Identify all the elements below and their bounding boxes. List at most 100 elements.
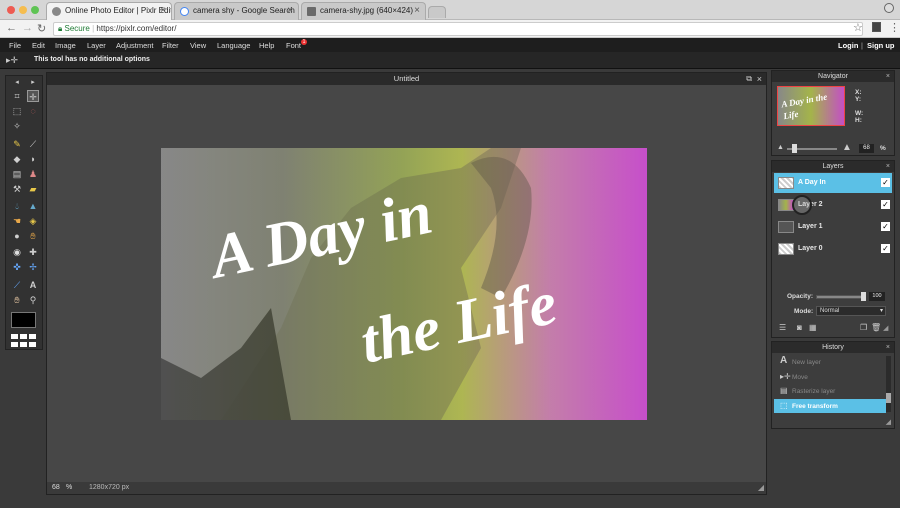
collapse-left-icon[interactable]: ◂ bbox=[11, 77, 23, 89]
new-tab-button[interactable] bbox=[428, 6, 446, 18]
foreground-color-swatch[interactable] bbox=[11, 312, 36, 328]
blur-tool-icon[interactable]: 💧︎ bbox=[11, 200, 23, 212]
menu-edit[interactable]: Edit bbox=[32, 41, 45, 50]
crop-tool-icon[interactable]: ⌗ bbox=[11, 90, 23, 102]
menu-filter[interactable]: Filter bbox=[162, 41, 179, 50]
color-picker-icon[interactable]: ⟋ bbox=[11, 279, 23, 291]
zoom-slider-handle[interactable] bbox=[792, 144, 797, 153]
login-link[interactable]: Login bbox=[838, 41, 858, 50]
history-item-selected[interactable]: ⬚ Free transform bbox=[774, 399, 886, 413]
history-title: History bbox=[822, 344, 844, 351]
sharpen-tool-icon[interactable]: ▲ bbox=[27, 200, 39, 212]
sponge-tool-icon[interactable]: ◈ bbox=[27, 215, 39, 227]
menu-layer[interactable]: Layer bbox=[87, 41, 106, 50]
dodge-tool-icon[interactable]: ● bbox=[11, 230, 23, 242]
navigator-thumbnail[interactable]: A Day in the Life bbox=[777, 86, 845, 126]
zoom-value[interactable]: 68 bbox=[52, 484, 60, 491]
layer-visibility-checkbox[interactable]: ✓ bbox=[881, 244, 890, 253]
panel-resize-icon[interactable]: ◢ bbox=[883, 324, 888, 332]
move-tool-icon[interactable]: ✛ bbox=[27, 90, 39, 102]
close-document-icon[interactable]: × bbox=[757, 73, 762, 85]
back-arrow-icon[interactable]: ← bbox=[6, 22, 17, 34]
menu-language[interactable]: Language bbox=[217, 41, 250, 50]
tab-camera-shy-image[interactable]: camera-shy.jpg (640×424) × bbox=[301, 2, 426, 20]
image-canvas[interactable]: A Day in the Life bbox=[161, 148, 647, 420]
opacity-slider[interactable] bbox=[816, 295, 866, 299]
menu-view[interactable]: View bbox=[190, 41, 206, 50]
color-replace-icon[interactable]: ⚒ bbox=[11, 183, 23, 195]
bookmark-star-icon[interactable]: ☆ bbox=[853, 21, 863, 34]
spot-heal-tool-icon[interactable]: ✚ bbox=[27, 246, 39, 258]
history-item[interactable]: ▤ Rasterize layer bbox=[774, 384, 886, 398]
history-scrollbar[interactable] bbox=[886, 356, 891, 412]
browser-menu-icon[interactable]: ⋮ bbox=[889, 21, 900, 34]
stamp-tool-icon[interactable]: ♟ bbox=[27, 168, 39, 180]
menu-file[interactable]: File bbox=[9, 41, 21, 50]
zoom-tool-icon[interactable]: ⚲ bbox=[27, 294, 39, 306]
lasso-tool-icon[interactable]: ◌ bbox=[27, 105, 39, 117]
layer-settings-icon[interactable]: ☰ bbox=[779, 323, 786, 332]
history-scrollbar-thumb[interactable] bbox=[886, 393, 891, 403]
layer-visibility-checkbox[interactable]: ✓ bbox=[881, 178, 890, 187]
gradient-tool-icon[interactable]: ▤ bbox=[11, 168, 23, 180]
pencil-tool-icon[interactable]: ✎ bbox=[11, 138, 23, 150]
restore-window-icon[interactable]: ⧉ bbox=[746, 73, 752, 85]
layer-visibility-checkbox[interactable]: ✓ bbox=[881, 222, 890, 231]
bucket-tool-icon[interactable]: ◗ bbox=[27, 153, 39, 165]
blend-mode-select[interactable]: Normal ▾ bbox=[816, 306, 886, 316]
brush-tool-icon[interactable]: ⟋ bbox=[27, 138, 39, 150]
hand-tool-icon[interactable]: ✋︎ bbox=[11, 294, 23, 306]
layer-row-layer-1[interactable]: Layer 1 ✓ bbox=[774, 217, 892, 237]
tab-google-search[interactable]: camera shy - Google Search × bbox=[174, 2, 299, 20]
menu-help[interactable]: Help bbox=[259, 41, 274, 50]
profile-icon[interactable] bbox=[884, 3, 894, 13]
pinch-tool-icon[interactable]: ✢ bbox=[27, 261, 39, 273]
close-tab-icon[interactable]: × bbox=[414, 5, 420, 16]
grid-view-icon[interactable] bbox=[11, 334, 37, 348]
resize-grip-icon[interactable]: ◢ bbox=[758, 483, 764, 492]
navigator-panel: Navigator × A Day in the Life X: Y: W: H… bbox=[771, 70, 895, 156]
eraser-tool-icon[interactable]: ◆ bbox=[11, 153, 23, 165]
marquee-tool-icon[interactable]: ⬚ bbox=[11, 105, 23, 117]
close-panel-icon[interactable]: × bbox=[886, 342, 890, 353]
menu-font[interactable]: Font bbox=[286, 41, 301, 50]
layer-row-a-day-in[interactable]: A Day In ✓ bbox=[774, 173, 892, 193]
drawing-tool-icon[interactable]: ▰ bbox=[27, 183, 39, 195]
burn-tool-icon[interactable]: ✋︎ bbox=[27, 230, 39, 242]
url-field[interactable]: 🔒︎ Secure | https://pixlr.com/editor/ bbox=[53, 22, 863, 36]
collapse-right-icon[interactable]: ▸ bbox=[27, 77, 39, 89]
minimize-window-icon[interactable] bbox=[19, 6, 27, 14]
opacity-input[interactable]: 100 bbox=[869, 292, 885, 301]
navigator-zoom-input[interactable]: 68 bbox=[859, 144, 874, 153]
close-tab-icon[interactable]: × bbox=[287, 5, 293, 16]
wand-tool-icon[interactable]: ✧ bbox=[11, 120, 23, 132]
layer-row-layer-0[interactable]: Layer 0 ✓ bbox=[774, 239, 892, 259]
tab-pixlr-editor[interactable]: Online Photo Editor | Pixlr Edit × bbox=[46, 2, 172, 20]
type-tool-icon[interactable]: A bbox=[27, 279, 39, 291]
zoom-in-mountain-icon[interactable]: ▲ bbox=[842, 142, 852, 153]
close-panel-icon[interactable]: × bbox=[886, 71, 890, 82]
close-panel-icon[interactable]: × bbox=[886, 161, 890, 172]
close-tab-icon[interactable]: × bbox=[160, 5, 166, 16]
bloat-tool-icon[interactable]: ✜ bbox=[11, 261, 23, 273]
close-window-icon[interactable] bbox=[7, 6, 15, 14]
menu-image[interactable]: Image bbox=[55, 41, 76, 50]
delete-layer-icon[interactable]: 🗑︎ bbox=[871, 323, 881, 332]
layer-mask-icon[interactable]: ◙ bbox=[797, 323, 802, 332]
layer-styles-icon[interactable]: ▦ bbox=[809, 323, 817, 332]
smudge-tool-icon[interactable]: ☚ bbox=[11, 215, 23, 227]
layer-visibility-checkbox[interactable]: ✓ bbox=[881, 200, 890, 209]
history-item[interactable]: A New layer bbox=[774, 355, 886, 369]
signup-link[interactable]: Sign up bbox=[867, 41, 895, 50]
reload-icon[interactable]: ↻ bbox=[37, 22, 46, 35]
new-layer-icon[interactable]: ❐ bbox=[860, 323, 867, 332]
zoom-out-mountain-icon[interactable]: ▲ bbox=[777, 144, 784, 151]
extension-icon[interactable] bbox=[872, 22, 881, 32]
forward-arrow-icon[interactable]: → bbox=[22, 22, 33, 34]
menu-adjustment[interactable]: Adjustment bbox=[116, 41, 154, 50]
opacity-slider-handle[interactable] bbox=[861, 292, 866, 301]
red-eye-tool-icon[interactable]: ◉ bbox=[11, 246, 23, 258]
panel-resize-icon[interactable]: ◢ bbox=[886, 418, 891, 426]
history-item[interactable]: ▸✛ Move bbox=[774, 370, 886, 384]
maximize-window-icon[interactable] bbox=[31, 6, 39, 14]
